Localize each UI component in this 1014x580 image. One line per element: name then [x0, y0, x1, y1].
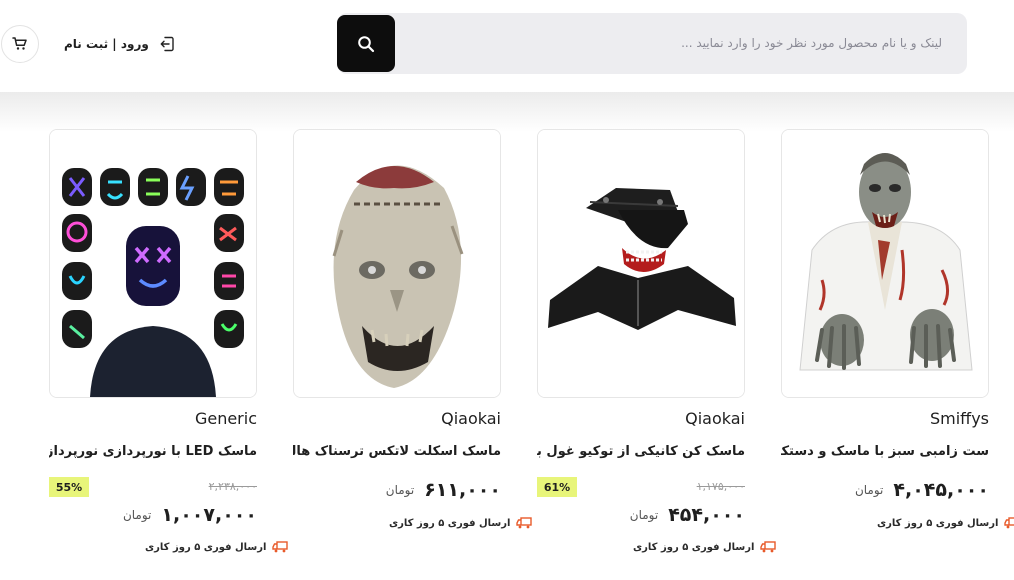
delivery-truck-icon: [516, 517, 533, 529]
product-card[interactable]: Generic ماسک LED با نورپردازی نورپردازی …: [49, 129, 289, 553]
price-row: ۴,۰۴۵,۰۰۰ تومان: [781, 478, 989, 502]
price-currency: تومان: [122, 508, 152, 522]
shipping-label: ارسال فوری ۵ روز کاری: [633, 541, 755, 553]
price-currency: تومان: [385, 483, 415, 497]
zombie-costume-image: [782, 130, 988, 397]
search-bar: [337, 13, 967, 74]
led-mask-image: [50, 130, 256, 397]
product-price: ۴,۰۴۵,۰۰۰: [893, 479, 989, 501]
shipping-row: ارسال فوری ۵ روز کاری: [293, 515, 533, 531]
delivery-truck-icon: [760, 541, 777, 553]
product-card[interactable]: Qiaokai ماسک اسکلت لاتکس ترسناک هالو... …: [293, 129, 533, 529]
login-label: ورود | ثبت نام: [64, 37, 149, 51]
product-brand: Qiaokai: [685, 409, 745, 428]
old-price: ۱,۱۷۵,۰۰۰: [696, 480, 745, 493]
shipping-label: ارسال فوری ۵ روز کاری: [389, 517, 511, 529]
product-image-box[interactable]: [781, 129, 989, 398]
cart-icon: [12, 37, 27, 50]
price-row: ۶۱۱,۰۰۰ تومان: [293, 478, 501, 502]
kaneki-mask-image: [538, 130, 744, 397]
product-brand: Qiaokai: [441, 409, 501, 428]
product-title[interactable]: ماسک اسکلت لاتکس ترسناک هالو...: [293, 444, 501, 459]
product-price: ۴۵۴,۰۰۰: [668, 504, 745, 526]
old-price: ۲,۲۳۸,۰۰۰: [208, 480, 257, 493]
product-brand: Generic: [194, 409, 257, 428]
product-brand: Smiffys: [929, 409, 989, 428]
price-currency: تومان: [854, 483, 884, 497]
product-card[interactable]: Smiffys ست زامبی سبز با ماسک و دستکش ...…: [781, 129, 1014, 529]
search-input[interactable]: [407, 31, 942, 55]
product-title[interactable]: ست زامبی سبز با ماسک و دستکش ...: [781, 444, 989, 459]
site-header: ورود | ثبت نام: [0, 0, 1014, 92]
product-price: ۱,۰۰۷,۰۰۰: [161, 504, 257, 526]
shipping-label: ارسال فوری ۵ روز کاری: [145, 541, 267, 553]
login-link[interactable]: ورود | ثبت نام: [64, 34, 175, 54]
discount-badge: 55%: [49, 477, 89, 497]
price-currency: تومان: [629, 508, 659, 522]
shipping-row: ارسال فوری ۵ روز کاری: [537, 539, 777, 555]
search-button[interactable]: [337, 15, 395, 72]
shipping-row: ارسال فوری ۵ روز کاری: [781, 515, 1014, 531]
product-image-box[interactable]: [293, 129, 501, 398]
price-row: ۴۵۴,۰۰۰ تومان: [537, 503, 745, 527]
shipping-row: ارسال فوری ۵ روز کاری: [49, 539, 289, 555]
cart-button[interactable]: [1, 25, 39, 63]
shipping-label: ارسال فوری ۵ روز کاری: [877, 517, 999, 529]
product-title[interactable]: ماسک کن کانیکی از توکیو غول با چ...: [537, 444, 745, 459]
login-icon: [160, 36, 174, 52]
price-row: ۱,۰۰۷,۰۰۰ تومان: [49, 503, 257, 527]
delivery-truck-icon: [1004, 517, 1014, 529]
product-image-box[interactable]: [537, 129, 745, 398]
product-image-box[interactable]: [49, 129, 257, 398]
discount-badge: 61%: [537, 477, 577, 497]
delivery-truck-icon: [272, 541, 289, 553]
header-shadow: [0, 92, 1014, 132]
discount-row: 61% ۱,۱۷۵,۰۰۰: [537, 477, 745, 497]
product-title[interactable]: ماسک LED با نورپردازی نورپردازی نو...: [49, 444, 257, 459]
discount-row: 55% ۲,۲۳۸,۰۰۰: [49, 477, 257, 497]
search-icon: [358, 35, 375, 52]
product-card[interactable]: Qiaokai ماسک کن کانیکی از توکیو غول با چ…: [537, 129, 777, 553]
product-price: ۶۱۱,۰۰۰: [424, 479, 501, 501]
latex-horror-mask-image: [294, 130, 500, 397]
